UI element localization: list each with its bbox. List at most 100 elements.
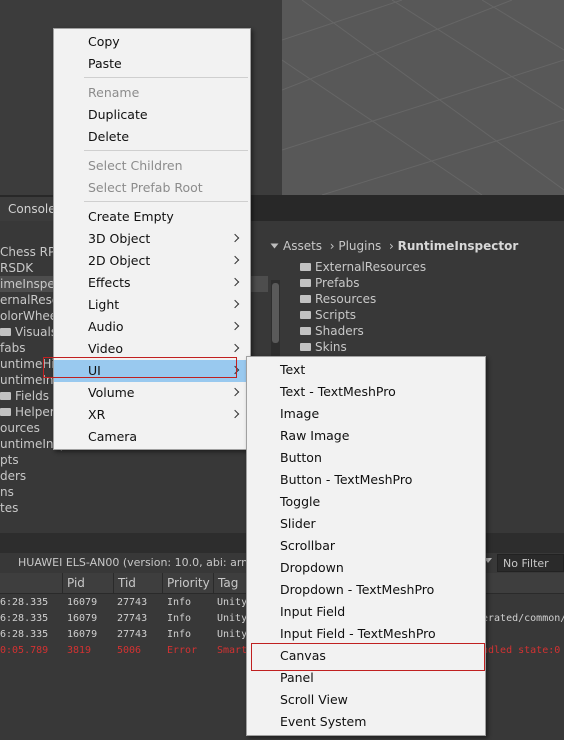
submenu-item-dropdown[interactable]: Dropdown: [247, 557, 485, 579]
menu-item-3d-object[interactable]: 3D Object: [54, 228, 250, 250]
submenu-item-input-field[interactable]: Input Field: [247, 601, 485, 623]
menu-item-select-prefab-root: Select Prefab Root: [54, 177, 250, 199]
submenu-item-scrollbar[interactable]: Scrollbar: [247, 535, 485, 557]
submenu-item-scroll-view[interactable]: Scroll View: [247, 689, 485, 711]
device-selector[interactable]: HUAWEI ELS-AN00 (version: 10.0, abi: arm…: [18, 553, 276, 573]
hierarchy-item-label: Chess RP: [0, 245, 56, 259]
submenu-item-event-system[interactable]: Event System: [247, 711, 485, 733]
hierarchy-item-label: RSDK: [0, 261, 34, 275]
project-folder-item[interactable]: Resources: [300, 291, 376, 307]
breadcrumb-plugins[interactable]: Plugins: [338, 239, 381, 253]
menu-item-label: Rename: [88, 85, 140, 100]
menu-item-audio[interactable]: Audio: [54, 316, 250, 338]
menu-item-copy[interactable]: Copy: [54, 31, 250, 53]
menu-item-duplicate[interactable]: Duplicate: [54, 104, 250, 126]
submenu-item-image[interactable]: Image: [247, 403, 485, 425]
project-folder-item[interactable]: Prefabs: [300, 275, 360, 291]
submenu-item-button-textmeshpro[interactable]: Button - TextMeshPro: [247, 469, 485, 491]
context-menu: Copy Paste Rename Duplicate Delete Select Chi…: [53, 28, 251, 450]
column-tid[interactable]: Tid: [113, 573, 162, 593]
menu-item-light[interactable]: Light: [54, 294, 250, 316]
folder-icon: [300, 262, 311, 271]
menu-item-label: Create Empty: [88, 209, 174, 224]
submenu-item-text-textmeshpro[interactable]: Text - TextMeshPro: [247, 381, 485, 403]
log-cell-msg: ndled state:0: [482, 645, 561, 656]
menu-item-video[interactable]: Video: [54, 338, 250, 360]
submenu-item-label: Image: [280, 406, 320, 421]
column-priority[interactable]: Priority: [162, 573, 213, 593]
project-folder-item[interactable]: Shaders: [300, 323, 364, 339]
submenu-item-toggle[interactable]: Toggle: [247, 491, 485, 513]
hierarchy-item[interactable]: tes: [0, 500, 18, 516]
submenu-item-label: Toggle: [280, 494, 321, 509]
menu-item-volume[interactable]: Volume: [54, 382, 250, 404]
column-pid[interactable]: Pid: [62, 573, 112, 593]
collapse-arrow-icon[interactable]: [270, 243, 279, 249]
menu-item-ui[interactable]: UI: [54, 360, 250, 382]
menu-item-effects[interactable]: Effects: [54, 272, 250, 294]
hierarchy-item-label: ders: [0, 469, 27, 483]
project-folder-item[interactable]: Scripts: [300, 307, 356, 323]
menu-item-xr[interactable]: XR: [54, 404, 250, 426]
menu-item-camera[interactable]: Camera: [54, 426, 250, 448]
breadcrumb-current[interactable]: RuntimeInspector: [398, 239, 519, 253]
hierarchy-item[interactable]: pts: [0, 452, 19, 468]
folder-icon: [300, 278, 311, 287]
menu-item-label: Copy: [88, 34, 120, 49]
log-cell-tag: Unity: [217, 629, 248, 640]
menu-item-create-empty[interactable]: Create Empty: [54, 206, 250, 228]
submenu-item-label: Raw Image: [280, 428, 350, 443]
menu-item-label: Paste: [88, 56, 122, 71]
submenu-item-panel[interactable]: Panel: [247, 667, 485, 689]
submenu-item-text[interactable]: Text: [247, 359, 485, 381]
menu-item-label: UI: [88, 363, 101, 378]
hierarchy-item-label: olorWhee: [0, 309, 58, 323]
hierarchy-item[interactable]: RSDK: [0, 260, 33, 276]
submenu-item-label: Event System: [280, 714, 367, 729]
scene-view[interactable]: [282, 0, 564, 195]
project-folder-item[interactable]: Skins: [300, 339, 347, 355]
folder-icon: [300, 294, 311, 303]
submenu-item-label: Input Field - TextMeshPro: [280, 626, 436, 641]
hierarchy-item[interactable]: Helpers: [0, 404, 61, 420]
submenu-item-raw-image[interactable]: Raw Image: [247, 425, 485, 447]
menu-item-delete[interactable]: Delete: [54, 126, 250, 148]
menu-item-2d-object[interactable]: 2D Object: [54, 250, 250, 272]
hierarchy-item[interactable]: ns: [0, 484, 14, 500]
breadcrumb-chevron-icon: ›: [385, 239, 398, 253]
log-cell-pid: 16079: [67, 613, 98, 624]
submenu-item-button[interactable]: Button: [247, 447, 485, 469]
project-scrollbar-thumb[interactable]: [272, 283, 279, 343]
log-cell-time: 6:28.335: [0, 613, 49, 624]
filter-dropdown[interactable]: No Filter: [497, 554, 564, 572]
submenu-item-label: Scrollbar: [280, 538, 335, 553]
menu-item-label: Select Children: [88, 158, 183, 173]
folder-icon: [0, 391, 11, 400]
submenu-item-input-field-textmeshpro[interactable]: Input Field - TextMeshPro: [247, 623, 485, 645]
submenu-item-slider[interactable]: Slider: [247, 513, 485, 535]
hierarchy-item[interactable]: ders: [0, 468, 26, 484]
hierarchy-item[interactable]: untimeIns: [0, 372, 60, 388]
menu-item-paste[interactable]: Paste: [54, 53, 250, 75]
log-cell-priority: Info: [167, 629, 192, 640]
submenu-item-canvas[interactable]: Canvas: [247, 645, 485, 667]
hierarchy-item[interactable]: ources: [0, 420, 40, 436]
log-cell-priority: Info: [167, 597, 192, 608]
submenu-item-dropdown-textmeshpro[interactable]: Dropdown - TextMeshPro: [247, 579, 485, 601]
hierarchy-item[interactable]: fabs: [0, 340, 25, 356]
log-cell-tid: 5006: [117, 645, 142, 656]
submenu-item-label: Button - TextMeshPro: [280, 472, 413, 487]
hierarchy-item[interactable]: Visuals: [0, 324, 57, 340]
project-folder-item[interactable]: ExternalResources: [300, 259, 426, 275]
hierarchy-item[interactable]: Fields: [0, 388, 49, 404]
folder-icon: [300, 310, 311, 319]
menu-item-label: Camera: [88, 429, 138, 444]
folder-icon: [300, 326, 311, 335]
breadcrumb-assets[interactable]: Assets: [283, 239, 322, 253]
breadcrumb: Assets › Plugins › RuntimeInspector: [270, 236, 519, 256]
hierarchy-item-label: pts: [0, 453, 19, 467]
menu-item-label: Light: [88, 297, 120, 312]
log-cell-msg: erated/common/: [482, 613, 564, 624]
hierarchy-item[interactable]: olorWhee: [0, 308, 57, 324]
hierarchy-item[interactable]: Chess RP: [0, 244, 55, 260]
